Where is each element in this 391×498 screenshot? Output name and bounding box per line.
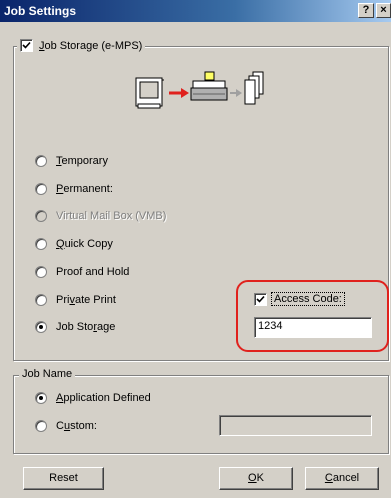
radio-selected-dot — [39, 325, 43, 329]
radio-button[interactable] — [35, 294, 47, 306]
cancel-button[interactable]: Cancel — [305, 467, 379, 490]
radio-application-defined[interactable]: Application Defined — [35, 392, 151, 404]
radio-label: Job Storage — [56, 321, 116, 333]
documents-icon — [244, 71, 264, 105]
radio-label: Proof and Hold — [56, 266, 130, 278]
radio-permanent[interactable]: Permanent: — [35, 183, 113, 195]
arrow-icon — [230, 89, 242, 97]
arrow-icon — [169, 88, 189, 98]
radio-label: Private Print — [56, 294, 116, 306]
dialog-title: Job Settings — [4, 4, 77, 18]
radio-button[interactable] — [35, 183, 47, 195]
job-storage-group-title: Job Storage (e-MPS) — [17, 39, 146, 52]
help-button[interactable]: ? — [358, 3, 374, 18]
job-storage-checkbox-label[interactable]: Job Storage (e-MPS) — [39, 40, 142, 52]
radio-button — [35, 210, 47, 222]
job-storage-diagram — [135, 71, 264, 109]
radio-label: Permanent: — [56, 183, 113, 195]
radio-button[interactable] — [35, 266, 47, 278]
radio-button[interactable] — [35, 155, 47, 167]
radio-label: Custom: — [56, 420, 97, 432]
radio-label: Quick Copy — [56, 238, 113, 250]
job-name-group-title: Job Name — [19, 368, 76, 380]
job-storage-checkbox[interactable] — [20, 39, 33, 52]
radio-label: Application Defined — [56, 392, 151, 404]
custom-job-name-input[interactable] — [219, 415, 372, 436]
computer-icon — [135, 77, 164, 109]
radio-label: Virtual Mail Box (VMB) — [56, 210, 167, 222]
radio-button[interactable] — [35, 238, 47, 250]
ok-button[interactable]: OK — [219, 467, 293, 490]
radio-temporary[interactable]: Temporary — [35, 155, 108, 167]
printer-icon — [190, 71, 228, 101]
radio-label: Temporary — [56, 155, 108, 167]
radio-selected-dot — [39, 396, 43, 400]
radio-proof-and-hold[interactable]: Proof and Hold — [35, 266, 129, 278]
radio-virtual-mail-box: Virtual Mail Box (VMB) — [35, 210, 166, 222]
radio-button[interactable] — [35, 420, 47, 432]
radio-job-storage[interactable]: Job Storage — [35, 321, 115, 333]
radio-custom[interactable]: Custom: — [35, 420, 97, 432]
job-settings-dialog: Job Settings ? × Job Storage (e-MPS) Tem… — [0, 0, 391, 498]
checkmark-icon — [22, 41, 31, 49]
radio-button[interactable] — [35, 392, 47, 404]
help-icon: ? — [362, 4, 370, 16]
radio-button[interactable] — [35, 321, 47, 333]
radio-private-print[interactable]: Private Print — [35, 294, 116, 306]
radio-quick-copy[interactable]: Quick Copy — [35, 238, 113, 250]
access-code-highlight — [236, 280, 389, 352]
title-bar: Job Settings ? × — [0, 0, 391, 22]
close-icon: × — [380, 4, 387, 16]
close-button[interactable]: × — [376, 3, 391, 18]
reset-button[interactable]: Reset — [23, 467, 104, 490]
